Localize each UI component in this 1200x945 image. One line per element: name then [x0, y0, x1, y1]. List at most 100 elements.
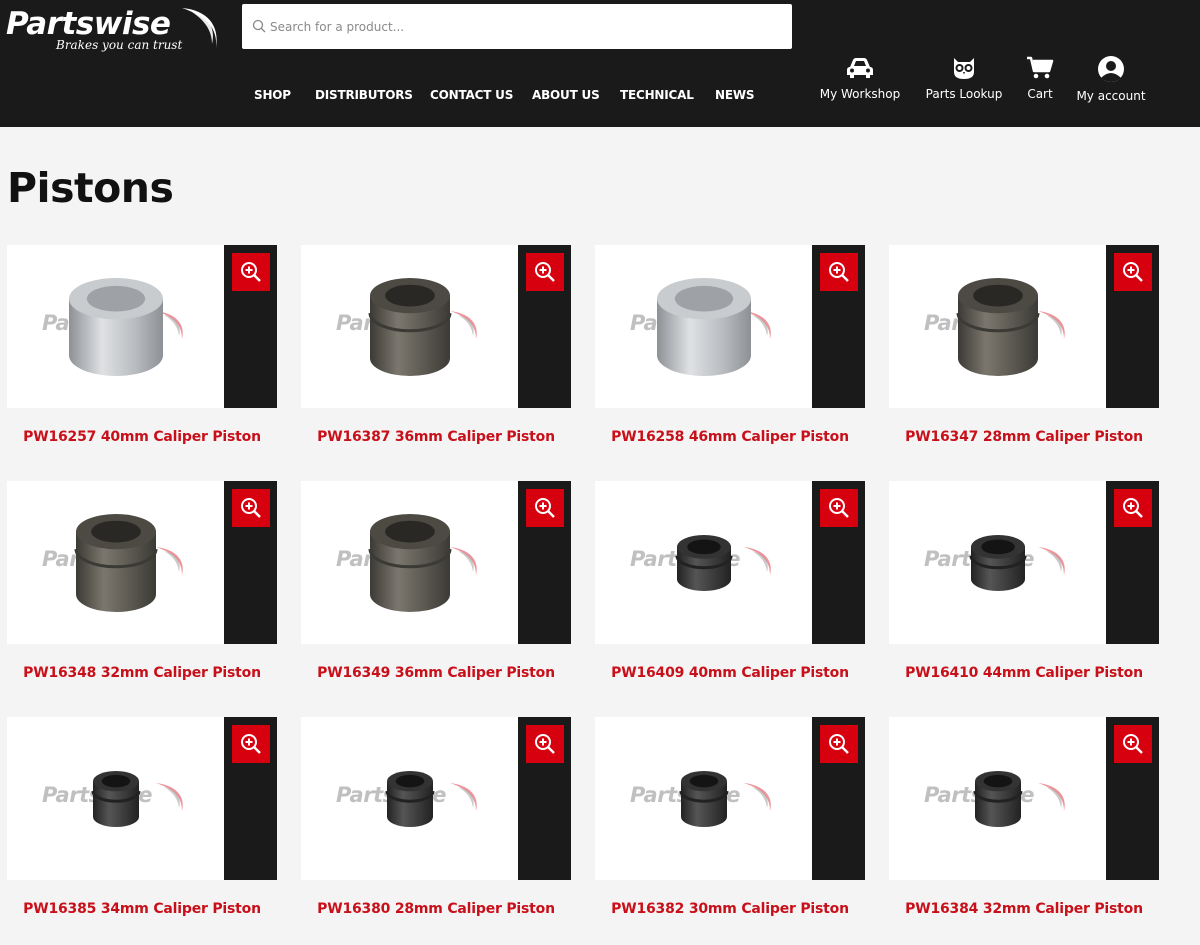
zoom-in-icon	[241, 498, 261, 518]
nav-technical[interactable]: TECHNICAL	[620, 88, 694, 102]
logo-wordmark: Partswise	[6, 6, 171, 42]
product-title-link[interactable]: PW16347 28mm Caliper Piston	[889, 429, 1159, 445]
product-image[interactable]: Partswise	[7, 481, 277, 644]
piston-photo	[675, 533, 733, 597]
product-image[interactable]: Partswise	[595, 481, 865, 644]
product-title-link[interactable]: PW16380 28mm Caliper Piston	[301, 901, 571, 917]
card-side-panel	[224, 717, 277, 880]
zoom-button[interactable]	[232, 253, 270, 291]
search-input[interactable]	[270, 4, 780, 49]
product-card[interactable]: Partswise PW16380 28mm Caliper Piston	[301, 717, 571, 917]
zoom-in-icon	[241, 734, 261, 754]
card-side-panel	[224, 245, 277, 408]
my-account-label: My account	[1076, 89, 1146, 103]
product-image[interactable]: Partswise	[301, 245, 571, 408]
watermark-swoosh-icon	[1038, 783, 1065, 811]
parts-lookup-link[interactable]: Parts Lookup	[922, 56, 1006, 106]
zoom-in-icon	[829, 734, 849, 754]
card-side-panel	[224, 481, 277, 644]
zoom-button[interactable]	[1114, 489, 1152, 527]
product-card[interactable]: Partswise PW16409 40mm Caliper Piston	[595, 481, 865, 681]
zoom-button[interactable]	[820, 253, 858, 291]
product-title-link[interactable]: PW16385 34mm Caliper Piston	[7, 901, 277, 917]
product-title-link[interactable]: PW16387 36mm Caliper Piston	[301, 429, 571, 445]
product-image[interactable]: Partswise	[301, 717, 571, 880]
site-header: Partswise Brakes you can trust SHOP DIST…	[0, 0, 1200, 127]
zoom-in-icon	[829, 262, 849, 282]
product-card[interactable]: Partswise PW16387 36mm Caliper Piston	[301, 245, 571, 445]
product-image[interactable]: Partswise	[301, 481, 571, 644]
piston-photo	[973, 769, 1023, 833]
watermark-swoosh-icon	[450, 311, 477, 339]
product-title-link[interactable]: PW16410 44mm Caliper Piston	[889, 665, 1159, 681]
zoom-button[interactable]	[1114, 725, 1152, 763]
nav-distributors[interactable]: DISTRIBUTORS	[315, 88, 413, 102]
cart-link[interactable]: Cart	[1021, 56, 1059, 106]
nav-news[interactable]: NEWS	[715, 88, 755, 102]
piston-photo	[368, 276, 452, 382]
zoom-in-icon	[1123, 734, 1143, 754]
product-card[interactable]: Partswise PW16348 32mm Caliper Piston	[7, 481, 277, 681]
product-card[interactable]: Partswise PW16410 44mm Caliper Piston	[889, 481, 1159, 681]
page-title: Pistons	[7, 164, 174, 212]
product-title-link[interactable]: PW16348 32mm Caliper Piston	[7, 665, 277, 681]
product-title-link[interactable]: PW16349 36mm Caliper Piston	[301, 665, 571, 681]
nav-about-us[interactable]: ABOUT US	[532, 88, 600, 102]
product-card[interactable]: Partswise PW16384 32mm Caliper Piston	[889, 717, 1159, 917]
watermark-swoosh-icon	[156, 547, 183, 575]
zoom-in-icon	[241, 262, 261, 282]
product-card[interactable]: Partswise PW16257 40mm Caliper Piston	[7, 245, 277, 445]
product-title-link[interactable]: PW16384 32mm Caliper Piston	[889, 901, 1159, 917]
product-card[interactable]: Partswise PW16382 30mm Caliper Piston	[595, 717, 865, 917]
product-title-link[interactable]: PW16409 40mm Caliper Piston	[595, 665, 865, 681]
zoom-button[interactable]	[1114, 253, 1152, 291]
zoom-button[interactable]	[820, 489, 858, 527]
nav-shop[interactable]: SHOP	[254, 88, 291, 102]
piston-photo	[679, 769, 729, 833]
zoom-in-icon	[1123, 262, 1143, 282]
logo-swoosh-icon	[182, 8, 217, 48]
parts-lookup-label: Parts Lookup	[925, 87, 1003, 101]
zoom-in-icon	[535, 734, 555, 754]
product-title-link[interactable]: PW16258 46mm Caliper Piston	[595, 429, 865, 445]
product-image[interactable]: Partswise	[7, 717, 277, 880]
logo-tagline: Brakes you can trust	[56, 38, 183, 52]
piston-photo	[91, 769, 141, 833]
card-side-panel	[812, 481, 865, 644]
card-side-panel	[812, 245, 865, 408]
piston-photo	[74, 512, 158, 618]
product-card[interactable]: Partswise PW16385 34mm Caliper Piston	[7, 717, 277, 917]
zoom-button[interactable]	[526, 725, 564, 763]
watermark-swoosh-icon	[1038, 311, 1065, 339]
search-bar[interactable]	[242, 4, 792, 49]
card-side-panel	[1106, 245, 1159, 408]
product-image[interactable]: Partswise	[595, 245, 865, 408]
zoom-button[interactable]	[526, 253, 564, 291]
zoom-in-icon	[1123, 498, 1143, 518]
product-image[interactable]: Partswise	[595, 717, 865, 880]
product-image[interactable]: Partswise	[889, 481, 1159, 644]
piston-photo	[368, 512, 452, 618]
product-title-link[interactable]: PW16257 40mm Caliper Piston	[7, 429, 277, 445]
search-icon	[252, 19, 266, 33]
product-title-link[interactable]: PW16382 30mm Caliper Piston	[595, 901, 865, 917]
product-card[interactable]: Partswise PW16347 28mm Caliper Piston	[889, 245, 1159, 445]
zoom-in-icon	[829, 498, 849, 518]
card-side-panel	[1106, 717, 1159, 880]
my-workshop-link[interactable]: My Workshop	[816, 56, 904, 106]
my-account-link[interactable]: My account	[1073, 56, 1149, 106]
zoom-button[interactable]	[232, 489, 270, 527]
product-card[interactable]: Partswise PW16349 36mm Caliper Piston	[301, 481, 571, 681]
zoom-button[interactable]	[526, 489, 564, 527]
piston-photo	[385, 769, 435, 833]
zoom-button[interactable]	[232, 725, 270, 763]
card-side-panel	[1106, 481, 1159, 644]
product-card[interactable]: Partswise PW16258 46mm Caliper Piston	[595, 245, 865, 445]
product-image[interactable]: Partswise	[889, 717, 1159, 880]
watermark-swoosh-icon	[156, 783, 183, 811]
product-image[interactable]: Partswise	[7, 245, 277, 408]
zoom-button[interactable]	[820, 725, 858, 763]
partswise-logo[interactable]: Partswise Brakes you can trust	[6, 4, 221, 56]
nav-contact-us[interactable]: CONTACT US	[430, 88, 513, 102]
product-image[interactable]: Partswise	[889, 245, 1159, 408]
